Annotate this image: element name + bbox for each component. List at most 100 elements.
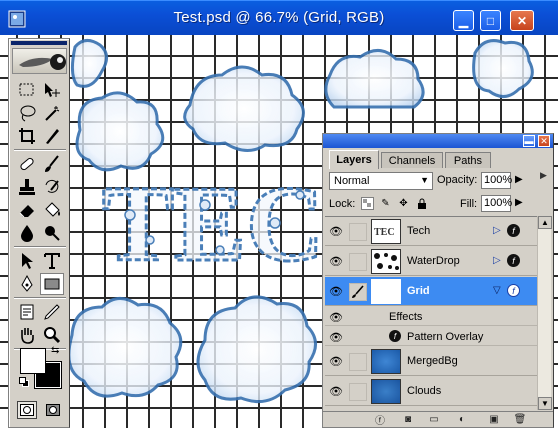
- eraser-tool[interactable]: [15, 199, 39, 221]
- layer-link-cell[interactable]: [349, 353, 367, 371]
- add-mask-icon[interactable]: ◙: [401, 413, 415, 426]
- maximize-button[interactable]: □: [480, 10, 501, 31]
- layer-thumbnail: TEC: [371, 219, 401, 244]
- eye-icon[interactable]: 👁: [329, 311, 343, 324]
- foreground-color-swatch[interactable]: [20, 348, 46, 374]
- brush-tool[interactable]: [40, 153, 64, 175]
- layer-list-scrollbar[interactable]: ▲ ▼: [537, 216, 552, 410]
- standard-mode-icon: [20, 404, 34, 416]
- lock-pixels-checkbox[interactable]: ✎: [379, 197, 392, 210]
- palette-close-button[interactable]: ✕: [538, 135, 550, 147]
- palette-minimize-button[interactable]: ▬: [523, 135, 535, 147]
- layer-row-clouds[interactable]: 👁 Clouds: [325, 377, 537, 406]
- type-icon: [44, 253, 60, 269]
- notes-tool[interactable]: [15, 301, 39, 323]
- cloud-shape: [67, 297, 183, 398]
- lock-transparency-checkbox[interactable]: [361, 197, 374, 210]
- paint-bucket-icon: [45, 202, 60, 217]
- swap-colors-icon[interactable]: ⇆: [51, 345, 59, 356]
- layer-row-mergedbg[interactable]: 👁 MergedBg: [325, 347, 537, 376]
- fill-field[interactable]: 100%: [481, 195, 512, 212]
- layer-link-cell[interactable]: [349, 223, 367, 241]
- eyedropper-tool[interactable]: [40, 301, 64, 323]
- new-adjustment-layer-icon[interactable]: ◐: [455, 413, 469, 426]
- eye-icon[interactable]: 👁: [329, 285, 343, 298]
- layer-row-tech[interactable]: 👁 TEC Tech ▷ f: [325, 217, 537, 246]
- brush-lock-icon: ✎: [381, 198, 390, 209]
- standard-mode-button[interactable]: [17, 401, 37, 419]
- expand-effects-icon[interactable]: ▷: [493, 255, 501, 266]
- blend-mode-select[interactable]: Normal ▼: [329, 172, 433, 190]
- history-brush-tool[interactable]: [40, 176, 64, 198]
- effect-item-pattern-overlay[interactable]: 👁 f Pattern Overlay: [325, 327, 537, 346]
- zoom-tool[interactable]: [40, 324, 64, 346]
- tab-paths[interactable]: Paths: [445, 152, 491, 168]
- effects-icon[interactable]: f: [507, 254, 520, 267]
- dodge-tool[interactable]: [40, 222, 64, 244]
- eye-icon[interactable]: 👁: [329, 355, 343, 368]
- eye-icon[interactable]: 👁: [329, 225, 343, 238]
- path-selection-tool[interactable]: [15, 250, 39, 272]
- new-layer-icon[interactable]: ▣: [487, 413, 501, 426]
- close-button[interactable]: ✕: [510, 10, 534, 31]
- scroll-down-button[interactable]: ▼: [538, 397, 552, 410]
- blur-tool[interactable]: [15, 222, 39, 244]
- tab-channels[interactable]: Channels: [381, 152, 443, 168]
- layer-name: Clouds: [407, 385, 442, 397]
- type-tool[interactable]: [40, 250, 64, 272]
- crop-tool[interactable]: [15, 125, 39, 147]
- new-set-icon[interactable]: ▭: [427, 413, 441, 426]
- eye-icon[interactable]: 👁: [329, 255, 343, 268]
- marquee-tool[interactable]: [15, 79, 39, 101]
- fill-slider-arrow[interactable]: ▶: [515, 197, 523, 208]
- lock-position-checkbox[interactable]: ✥: [397, 197, 410, 210]
- expand-effects-icon[interactable]: ▷: [493, 225, 501, 236]
- add-layer-style-icon[interactable]: ⓕ: [373, 413, 387, 427]
- delete-layer-icon[interactable]: 🗑: [513, 413, 527, 426]
- pen-icon: [21, 274, 33, 292]
- document-title-bar[interactable]: Test.psd @ 66.7% (Grid, RGB) ▁ □ ✕: [0, 0, 558, 35]
- layer-thumbnail: [371, 279, 401, 304]
- magic-wand-tool[interactable]: [40, 102, 64, 124]
- chevron-down-icon: ▼: [420, 175, 429, 185]
- lock-all-checkbox[interactable]: [415, 197, 428, 210]
- rectangle-tool[interactable]: [40, 273, 64, 295]
- move-tool[interactable]: [40, 79, 64, 101]
- lasso-tool[interactable]: [15, 102, 39, 124]
- effects-icon[interactable]: f: [507, 224, 520, 237]
- note-icon: [20, 304, 34, 320]
- pen-tool[interactable]: [15, 273, 39, 295]
- tab-layers[interactable]: Layers: [329, 150, 379, 169]
- clone-stamp-tool[interactable]: [15, 176, 39, 198]
- brush-active-icon[interactable]: [349, 283, 367, 301]
- opacity-slider-arrow[interactable]: ▶: [515, 174, 523, 185]
- palette-grip[interactable]: [11, 41, 67, 45]
- droplet-icon: [21, 225, 33, 242]
- layer-link-cell[interactable]: [349, 383, 367, 401]
- quick-mask-mode-button[interactable]: [43, 401, 63, 419]
- effects-icon[interactable]: f: [507, 284, 520, 297]
- effects-row[interactable]: 👁 Effects: [325, 307, 537, 326]
- layer-thumbnail: [371, 249, 401, 274]
- eye-icon[interactable]: 👁: [329, 385, 343, 398]
- palette-menu-icon[interactable]: ▶: [540, 170, 547, 181]
- minimize-button[interactable]: ▁: [453, 10, 474, 31]
- collapse-effects-icon[interactable]: ▽: [493, 285, 501, 296]
- default-colors-icon[interactable]: [19, 377, 29, 387]
- move-lock-icon: ✥: [399, 198, 408, 209]
- fill-label: Fill:: [460, 198, 478, 210]
- healing-brush-tool[interactable]: [15, 153, 39, 175]
- cloud-shape: [75, 91, 165, 172]
- scroll-up-button[interactable]: ▲: [538, 216, 552, 229]
- layer-thumbnail: [371, 349, 401, 374]
- layer-link-cell[interactable]: [349, 253, 367, 271]
- layer-row-grid[interactable]: 👁 Grid ▽ f: [325, 277, 537, 306]
- hand-tool[interactable]: [15, 324, 39, 346]
- paint-bucket-tool[interactable]: [40, 199, 64, 221]
- opacity-field[interactable]: 100%: [481, 172, 512, 189]
- adobe-feather-logo[interactable]: [12, 48, 67, 74]
- layer-row-waterdrop[interactable]: 👁 WaterDrop ▷ f: [325, 247, 537, 276]
- slice-tool[interactable]: [40, 125, 64, 147]
- palette-title-bar[interactable]: ▬ ✕: [323, 134, 553, 148]
- eye-icon[interactable]: 👁: [329, 331, 343, 344]
